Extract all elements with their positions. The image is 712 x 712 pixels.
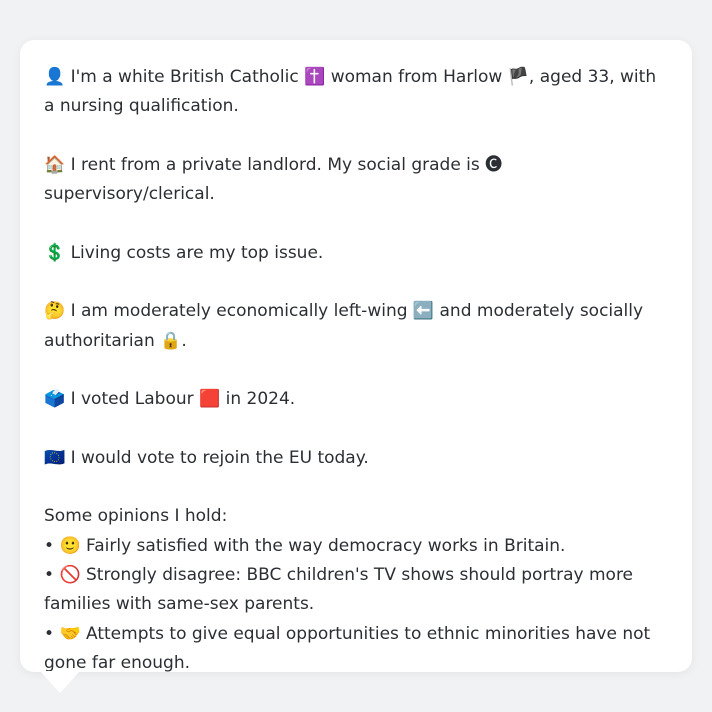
issue-text: Living costs are my top issue.: [70, 242, 324, 263]
vote-paragraph: 🗳️ I voted Labour 🟥 in 2024.: [44, 385, 668, 414]
politics-text-3: .: [181, 330, 187, 351]
politics-text-1: I am moderately economically left-wing: [70, 301, 408, 322]
housing-text-2: supervisory/clerical.: [44, 184, 215, 205]
prohibited-icon: 🚫: [59, 565, 81, 586]
issue-paragraph: 💲 Living costs are my top issue.: [44, 239, 668, 268]
slight-smile-icon: 🙂: [59, 535, 81, 556]
housing-paragraph: 🏠 I rent from a private landlord. My soc…: [44, 151, 668, 210]
left-arrow-icon: ⬅️: [412, 301, 435, 322]
identity-paragraph: 👤 I'm a white British Catholic ✝️ woman …: [44, 63, 668, 122]
vote-text-1: I voted Labour: [70, 389, 194, 410]
opinion-text: Attempts to give equal opportunities to …: [44, 623, 651, 673]
opinion-text: Fairly satisfied with the way democracy …: [86, 535, 566, 556]
house-icon: 🏠: [44, 154, 66, 175]
dollar-icon: 💲: [44, 242, 66, 263]
ballot-box-icon: 🗳️: [44, 389, 66, 410]
eu-text: I would vote to rejoin the EU today.: [70, 447, 369, 468]
identity-text-1: I'm a white British Catholic: [70, 67, 299, 87]
cross-icon: ✝️: [304, 67, 326, 87]
eu-flag-icon: 🇪🇺: [44, 447, 66, 468]
letter-c-icon: 🅒: [485, 154, 503, 175]
identity-text-2: woman from Harlow: [330, 67, 503, 87]
lock-icon: 🔒: [160, 330, 182, 351]
bubble-tail: [40, 671, 80, 693]
person-icon: 👤: [44, 67, 66, 87]
opinion-item: • 🚫 Strongly disagree: BBC children's TV…: [44, 561, 668, 620]
opinion-item: • 🙂 Fairly satisfied with the way democr…: [44, 532, 668, 561]
eu-paragraph: 🇪🇺 I would vote to rejoin the EU today.: [44, 444, 668, 473]
england-flag-icon: 🏴: [507, 67, 529, 87]
thinking-face-icon: 🤔: [44, 301, 66, 322]
bullet: •: [44, 535, 55, 556]
housing-text-1: I rent from a private landlord. My socia…: [70, 154, 480, 175]
red-square-icon: 🟥: [199, 389, 221, 410]
opinions-list: • 🙂 Fairly satisfied with the way democr…: [44, 532, 668, 678]
bullet: •: [44, 623, 55, 644]
bullet: •: [44, 565, 55, 586]
handshake-icon: 🤝: [59, 623, 81, 644]
opinion-text: Strongly disagree: BBC children's TV sho…: [44, 565, 634, 615]
vote-text-2: in 2024.: [225, 389, 296, 410]
opinion-item: • 🤝 Attempts to give equal opportunities…: [44, 620, 668, 679]
politics-paragraph: 🤔 I am moderately economically left-wing…: [44, 297, 668, 356]
opinions-heading: Some opinions I hold:: [44, 506, 228, 527]
persona-message-bubble: 👤 I'm a white British Catholic ✝️ woman …: [20, 40, 692, 673]
